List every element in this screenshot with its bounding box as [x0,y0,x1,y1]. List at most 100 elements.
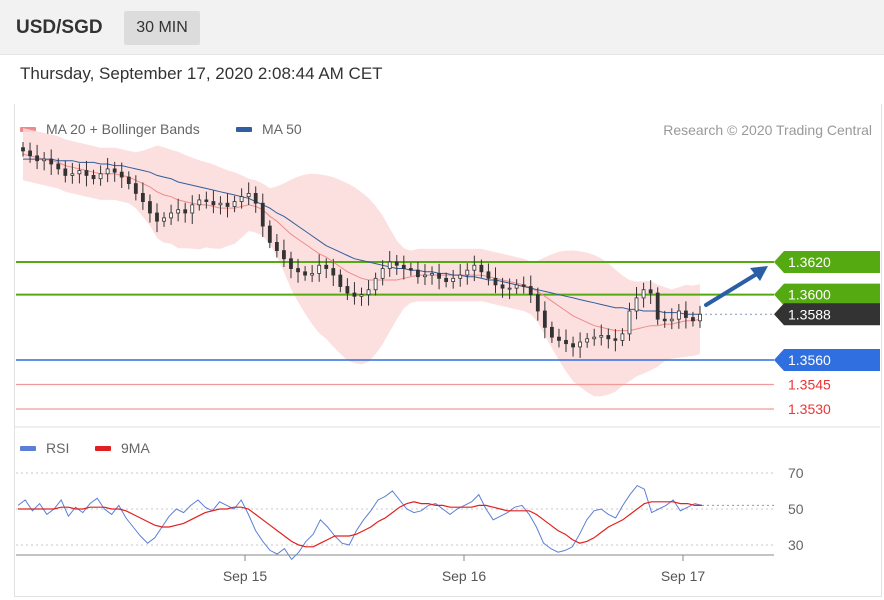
candle-body [373,277,378,291]
candle-body [169,212,173,219]
candle-body [366,289,371,296]
candle-body [620,333,625,341]
x-axis-tick-label: Sep 16 [442,568,487,584]
candle-body [225,202,230,207]
candle-body [655,292,660,320]
candle-body [437,273,441,279]
candle-body [211,201,216,206]
forecast-arrow-shaft [704,270,762,307]
candle-body [119,171,124,178]
candle-body [613,338,618,341]
candle-body [550,326,554,338]
candle-body [35,155,40,162]
candle-body [148,201,152,214]
candle-body [585,338,590,343]
candle-body [416,269,420,278]
candle-body [317,264,322,274]
candle-body [564,339,568,345]
candle-body [246,192,251,198]
candle-body [557,336,561,341]
support-level-label: 1.3560 [788,352,831,368]
candle-body [662,318,667,322]
candle-body [408,268,413,271]
candle-body [521,284,526,287]
current-price-label: 1.3588 [788,306,831,322]
candle-body [691,317,695,322]
candle-body [28,150,32,157]
candle-body [698,313,702,322]
candle-body [507,287,512,290]
candle-body [239,196,244,202]
candle-body [105,168,110,175]
candle-body [352,292,357,297]
candle-body [444,277,449,283]
candle-body [267,225,272,243]
candle-body [401,264,406,269]
rsi-line [17,484,703,561]
candle-body [91,175,96,180]
price-chart: 1.3620 1.3600 1.3588 1.3560 1.3545 1.3530 70 50… [15,128,880,584]
candle-body [394,261,399,266]
candle-body [70,173,75,176]
x-axis-tick-label: Sep 17 [661,568,706,584]
candle-body [331,268,336,276]
candle-body [84,170,89,176]
candle-body [296,268,300,273]
candle-body [514,284,519,289]
candle-body [162,217,166,222]
candle-body [282,250,286,260]
rsi-tick-label: 70 [788,465,804,481]
target-level-label: 1.3545 [788,377,831,393]
candle-body [183,209,188,214]
candle-body [260,202,265,227]
candle-body [387,261,392,269]
candle-body [669,318,674,322]
candle-body [359,294,364,297]
candle-body [155,212,159,222]
candle-body [112,168,117,173]
candle-body [493,277,498,286]
candle-body [465,269,470,276]
candle-body [289,258,293,269]
candle-body [133,183,138,194]
candle-body [77,170,82,175]
candle-body [380,268,385,279]
candle-body [42,158,47,162]
candle-body [126,176,131,184]
candle-body [606,335,611,340]
candle-body [232,201,237,207]
candle-body [472,264,477,271]
candle-body [56,163,61,170]
candle-body [310,273,315,276]
candle-body [430,273,434,276]
candle-body [176,209,181,214]
candle-body [500,284,505,289]
candle-body [274,241,279,251]
x-axis-tick-label: Sep 15 [223,568,268,584]
candle-body [599,335,604,338]
candle-body [458,274,463,279]
candle-body [535,294,540,312]
candle-body [140,192,145,202]
candle-body [683,310,688,318]
candle-body [528,286,533,296]
candle-body [63,168,68,176]
candle-body [676,310,681,320]
candle-body [578,341,583,348]
target-level-label: 1.3530 [788,401,831,417]
candle-body [253,192,258,204]
candle-body [345,286,350,294]
candle-body [486,271,491,279]
candle-body [592,336,597,340]
candle-body [571,343,575,348]
rsi-tick-label: 30 [788,537,804,553]
candle-body [303,271,307,276]
candle-body [218,202,223,206]
candle-body [98,173,103,180]
candle-body [338,274,343,287]
candle-body [324,264,329,269]
candle-body [627,310,632,335]
candle-body [190,204,195,214]
resistance-level-label: 1.3620 [788,254,831,270]
candle-body [204,199,209,202]
